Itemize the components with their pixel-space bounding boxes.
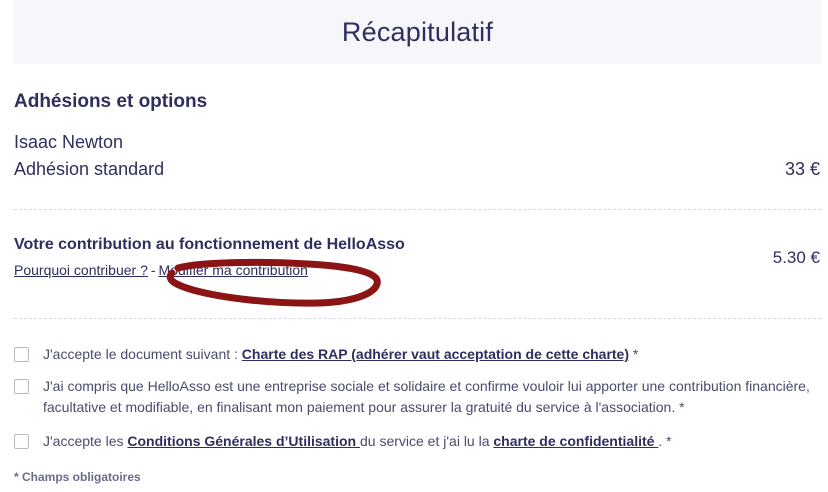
membership-price: 33 € — [784, 159, 820, 179]
page-title: Récapitulatif — [341, 16, 494, 47]
consent-cgu-prefix: J'accepte les — [43, 433, 128, 449]
link-separator: - — [150, 262, 156, 278]
contribution-links: Pourquoi contribuer ? - Modifier ma contri… — [14, 262, 308, 278]
membership-label: Adhésion standard — [14, 159, 165, 179]
why-contribute-link[interactable]: Pourquoi contribuer ? — [14, 262, 148, 278]
section-divider — [14, 209, 821, 210]
required-fields-note: * Champs obligatoires — [14, 470, 141, 484]
consent-rap-row: J'accepte le document suivant : Charte d… — [14, 344, 814, 365]
modify-contribution-link[interactable]: Modifier ma contribution — [159, 262, 308, 278]
privacy-charter-link[interactable]: charte de confidentialité — [493, 433, 658, 449]
member-name: Isaac Newton — [14, 132, 124, 152]
consent-helloasso-row: J'ai compris que HelloAsso est une entre… — [14, 376, 814, 418]
contribution-amount: 5.30 € — [772, 248, 820, 267]
terms-of-use-link[interactable]: Conditions Générales d’Utilisation — [127, 433, 360, 449]
memberships-section-title: Adhésions et options — [14, 91, 208, 112]
consent-cgu-middle: du service et j'ai lu la — [359, 433, 494, 449]
consent-cgu-checkbox[interactable] — [14, 434, 29, 449]
rap-charter-link[interactable]: Charte des RAP (adhérer vaut acceptation… — [242, 346, 629, 362]
consent-rap-suffix: * — [629, 346, 639, 362]
contribution-title: Votre contribution au fonctionnement de … — [14, 236, 405, 253]
consent-cgu-suffix: . * — [658, 433, 672, 449]
consent-rap-text: J'accepte le document suivant : Charte d… — [43, 344, 638, 365]
consent-rap-prefix: J'accepte le document suivant : — [43, 346, 242, 362]
section-divider — [14, 318, 821, 319]
consent-helloasso-checkbox[interactable] — [14, 379, 29, 394]
consent-cgu-row: J'accepte les Conditions Générales d’Uti… — [14, 431, 814, 452]
consent-helloasso-text: J'ai compris que HelloAsso est une entre… — [43, 378, 810, 415]
consent-cgu-text: J'accepte les Conditions Générales d’Uti… — [43, 431, 672, 452]
consent-rap-checkbox[interactable] — [14, 347, 29, 362]
summary-header: Récapitulatif — [14, 0, 821, 64]
